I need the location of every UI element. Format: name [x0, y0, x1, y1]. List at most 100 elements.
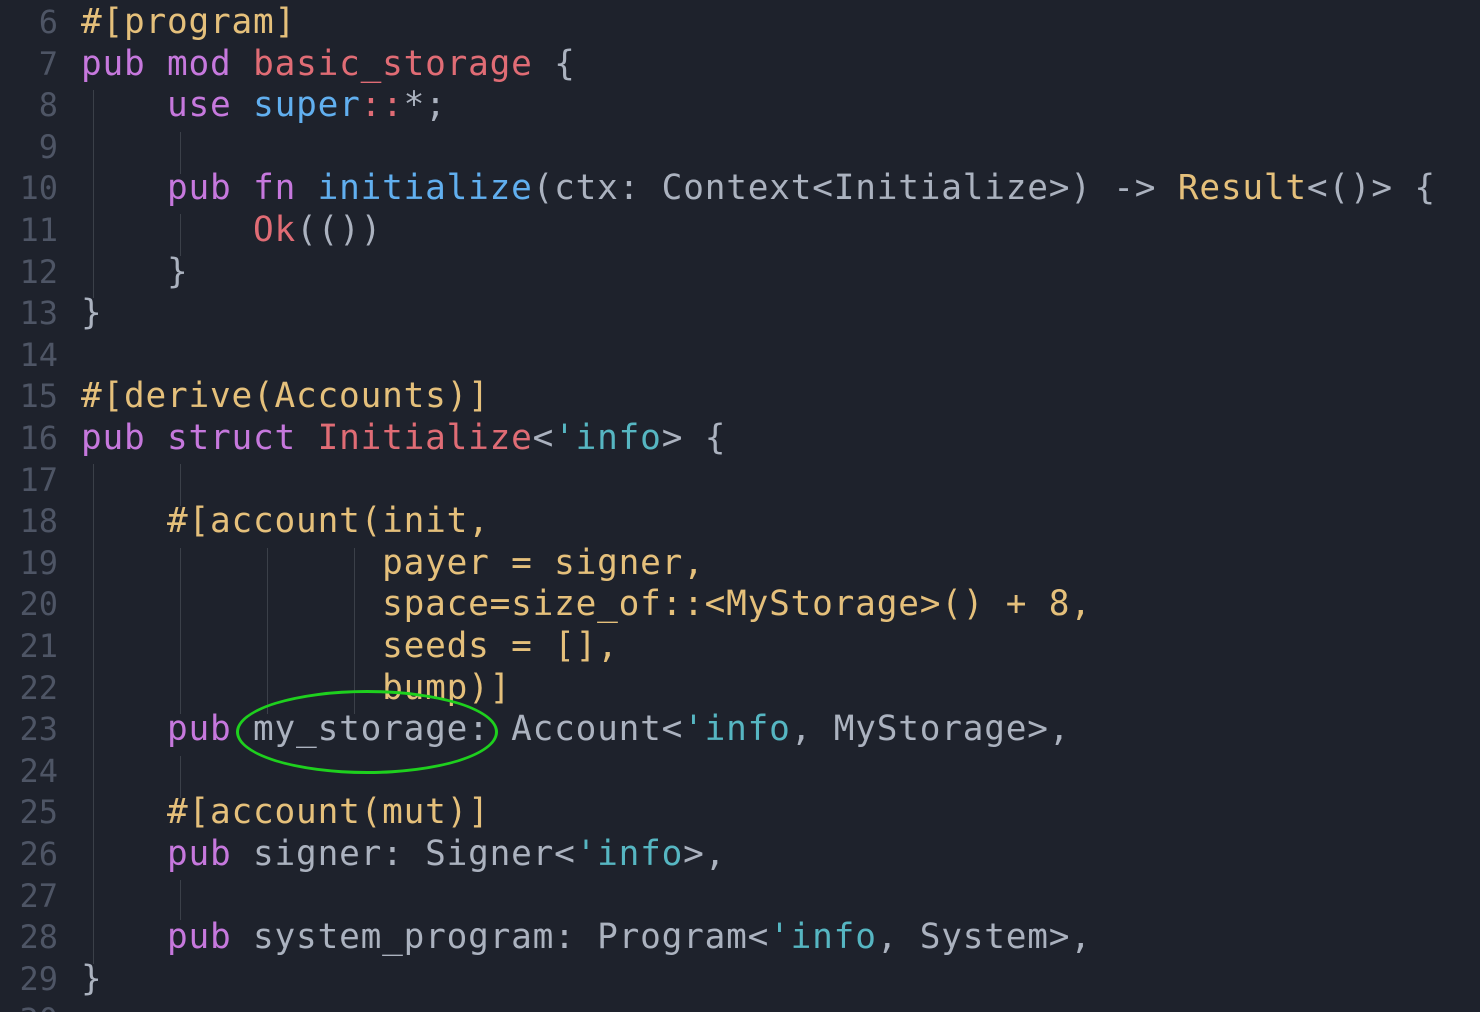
line-number: 26 [19, 835, 58, 873]
line-number: 15 [19, 377, 58, 416]
code-line[interactable]: 15 #[derive(Accounts)] [0, 376, 1480, 418]
code-token: pub [167, 168, 232, 209]
code-line[interactable]: 9 [0, 127, 1480, 169]
line-number: 29 [19, 959, 58, 998]
code-token: } [81, 958, 103, 999]
code-line[interactable]: 18 #[account(init, [0, 501, 1480, 543]
code-text: space=size_of::<MyStorage>() + 8, [81, 584, 1092, 626]
code-text: } [81, 252, 189, 294]
line-number: 30 [0, 1000, 58, 1012]
code-text: Ok(()) [81, 210, 382, 252]
highlight-ellipse-annotation [236, 690, 498, 774]
code-token: #[program] [81, 2, 297, 42]
line-number: 10 [19, 169, 58, 208]
code-line[interactable]: 6 #[program] [0, 2, 1480, 44]
code-text: pub struct Initialize<'info> { [81, 418, 726, 460]
code-line[interactable]: 30 [0, 1000, 1480, 1012]
code-text: pub system_program: Program<'info, Syste… [81, 917, 1092, 959]
code-token: > { [661, 418, 727, 458]
code-line[interactable]: 22 bump)] [0, 668, 1480, 710]
code-text: pub fn initialize(ctx: Context<Initializ… [81, 168, 1436, 210]
code-token: pub [167, 917, 232, 958]
code-line[interactable]: 16 pub struct Initialize<'info> { [0, 418, 1480, 460]
code-token: #[account(init, [167, 501, 490, 542]
code-line[interactable]: 17 [0, 460, 1480, 502]
line-number: 12 [19, 252, 58, 291]
code-line[interactable]: 24 [0, 751, 1480, 793]
code-line[interactable]: 28 pub system_program: Program<'info, Sy… [0, 917, 1480, 959]
code-token: super [253, 85, 361, 126]
code-token: initialize [317, 168, 533, 209]
code-token: 'info [554, 418, 662, 458]
code-text: payer = signer, [81, 543, 705, 585]
line-number: 19 [19, 543, 58, 582]
code-token: 'info [683, 709, 791, 750]
code-line[interactable]: 29} [0, 959, 1480, 1001]
line-number: 9 [38, 127, 58, 166]
line-number: 7 [38, 44, 58, 83]
code-token: (ctx: Context<Initialize>) -> [532, 168, 1178, 209]
code-line[interactable]: 25 #[account(mut)] [0, 792, 1480, 834]
line-number: 8 [38, 86, 58, 125]
code-token: 'info [575, 834, 684, 874]
line-number: 25 [19, 793, 58, 832]
code-token: pub [81, 43, 146, 84]
line-number: 28 [19, 918, 58, 957]
code-text: pub mod basic_storage { [81, 44, 576, 86]
code-line[interactable]: 10 pub fn initialize(ctx: Context<Initia… [0, 168, 1480, 210]
code-token: <()> { [1306, 168, 1436, 209]
code-line[interactable]: 14 [0, 335, 1480, 377]
code-line[interactable]: 20 space=size_of::<MyStorage>() + 8, [0, 584, 1480, 626]
code-token: Initialize [317, 418, 533, 458]
code-line[interactable]: 26 pub signer: Signer<'info>, [0, 834, 1480, 876]
code-line[interactable]: 11 Ok(()) [0, 210, 1480, 252]
code-token: basic_storage [253, 43, 533, 84]
code-line[interactable]: 23 pub my_storage: Account<'info, MyStor… [0, 709, 1480, 751]
code-text: pub signer: Signer<'info>, [81, 834, 726, 876]
code-line[interactable]: 12 } [0, 252, 1480, 294]
code-token: payer = signer, [382, 542, 705, 583]
code-line[interactable]: 7 pub mod basic_storage { [0, 44, 1480, 86]
code-text: use super::*; [81, 85, 447, 127]
code-token: Ok [253, 210, 297, 250]
code-text: #[account(init, [81, 501, 490, 543]
code-token: pub [167, 834, 232, 874]
code-line[interactable]: 19 payer = signer, [0, 543, 1480, 585]
code-token: (()) [296, 210, 383, 250]
code-text: #[derive(Accounts)] [81, 376, 490, 418]
line-number: 13 [19, 294, 58, 333]
code-text: #[program] [81, 2, 296, 44]
line-number: 21 [19, 627, 58, 665]
code-line[interactable]: 8 use super::*; [0, 85, 1480, 127]
code-editor[interactable]: 6 #[program] 7 pub mod basic_storage {8 use… [0, 0, 1480, 1012]
code-token: system_program: Program< [231, 917, 770, 958]
code-token: >, [683, 834, 727, 874]
code-text: } [81, 959, 103, 1001]
code-token: :: [360, 85, 404, 126]
code-token: pub [167, 709, 232, 750]
line-number: 20 [19, 585, 58, 624]
line-number: 17 [19, 460, 58, 499]
code-token: space=size_of::<MyStorage>() + 8, [382, 584, 1092, 625]
line-number: 16 [19, 419, 58, 457]
line-number: 14 [19, 335, 58, 374]
code-token: pub [81, 418, 146, 458]
code-token: #[account(mut)] [167, 792, 490, 833]
code-line[interactable]: 21 seeds = [], [0, 626, 1480, 668]
code-token: mod [167, 43, 232, 84]
code-line[interactable]: 13} [0, 293, 1480, 335]
code-line[interactable]: 27 [0, 876, 1480, 918]
code-text: #[account(mut)] [81, 792, 490, 834]
